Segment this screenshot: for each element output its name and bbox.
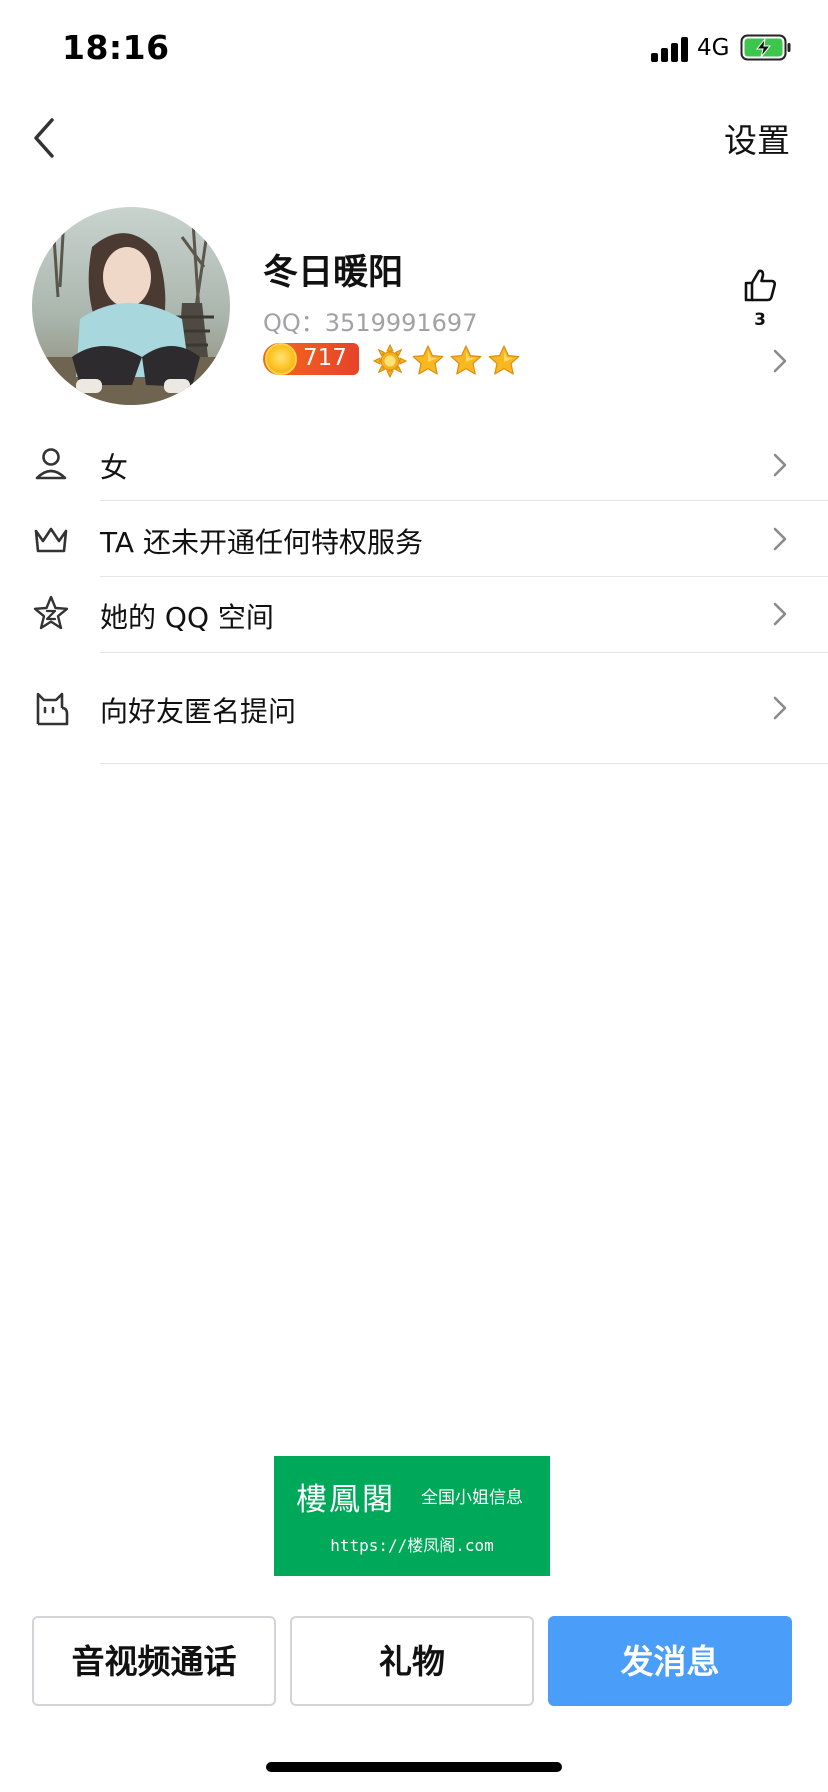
gender-label: 女 [100, 451, 129, 484]
qzone-label: 她的 QQ 空间 [100, 601, 274, 634]
cat-icon [36, 692, 69, 726]
back-button[interactable] [28, 112, 68, 164]
chevron-right-icon [773, 696, 787, 720]
network-label: 4G [697, 35, 730, 61]
chevron-left-icon [34, 118, 54, 158]
avatar-photo [32, 207, 230, 405]
signal-icon [651, 36, 691, 62]
status-time: 18:16 [62, 28, 170, 67]
person-icon [35, 448, 67, 480]
gift-button[interactable]: 礼物 [290, 1616, 534, 1706]
qzone-star-icon [33, 595, 69, 630]
home-indicator[interactable] [266, 1762, 562, 1772]
battery-charging-icon [740, 34, 791, 61]
status-bar: 18:16 4G [0, 0, 828, 100]
divider [100, 763, 828, 764]
nickname: 冬日暖阳 [263, 253, 404, 293]
anonymous-question-label: 向好友匿名提问 [100, 695, 297, 728]
star-icon [488, 345, 520, 375]
level-badge[interactable]: 717 [263, 343, 359, 375]
privilege-label: TA 还未开通任何特权服务 [100, 526, 423, 559]
ad-subtitle: 全国小姐信息 [421, 1488, 523, 1508]
like-count: 3 [754, 310, 766, 330]
level-sun-icon [265, 343, 297, 375]
chevron-right-icon[interactable] [770, 346, 790, 376]
ad-url: https://楼凤阁.com [330, 1536, 494, 1555]
thumbs-up-icon [744, 269, 777, 302]
ad-title: 樓鳳閣 [296, 1482, 395, 1518]
info-row-qzone[interactable]: 她的 QQ 空间 [0, 577, 828, 652]
video-call-button[interactable]: 音视频通话 [32, 1616, 276, 1706]
crown-icon [34, 527, 68, 553]
sun-icon [372, 343, 408, 379]
info-row-anonymous-question[interactable]: 向好友匿名提问 [0, 653, 828, 763]
star-icon [412, 345, 444, 375]
chevron-right-icon [773, 453, 787, 477]
settings-button[interactable]: 设置 [724, 114, 790, 162]
chevron-right-icon [773, 527, 787, 551]
level-value: 717 [303, 345, 347, 371]
send-message-button[interactable]: 发消息 [548, 1616, 792, 1706]
like-button[interactable]: 3 [738, 268, 782, 330]
ad-banner[interactable]: 樓鳳閣 全国小姐信息 https://楼凤阁.com [274, 1456, 550, 1576]
qq-number: QQ：3519991697 [263, 309, 478, 337]
info-row-privilege[interactable]: TA 还未开通任何特权服务 [0, 501, 828, 576]
qq-level-icons[interactable] [372, 343, 522, 379]
star-icon [450, 345, 482, 375]
chevron-right-icon [773, 602, 787, 626]
info-row-gender[interactable]: 女 [0, 430, 828, 500]
avatar[interactable] [32, 207, 230, 405]
